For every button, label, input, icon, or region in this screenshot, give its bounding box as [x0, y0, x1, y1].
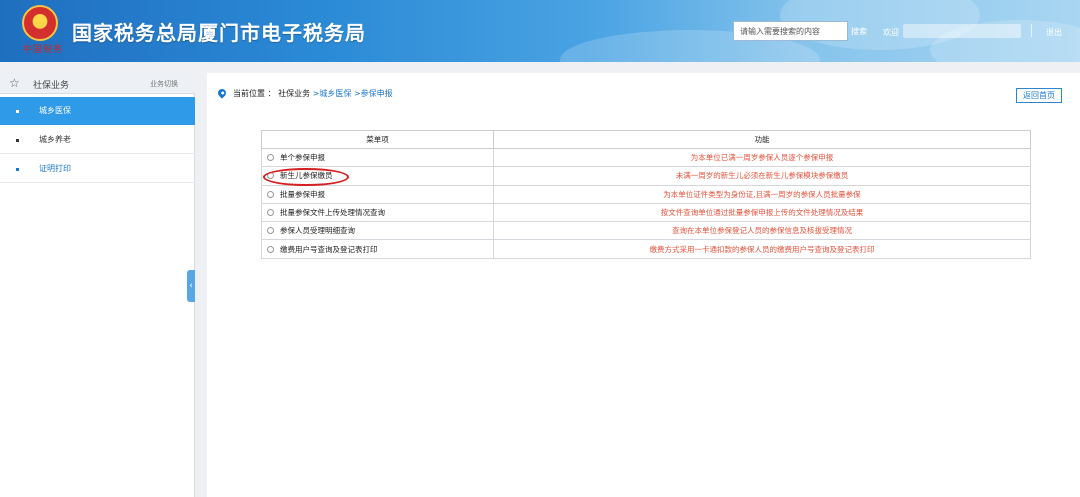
- sidebar-item-certificate-print[interactable]: 证明打印: [0, 155, 195, 183]
- table-row[interactable]: 新生儿参保缴员 未满一周岁的新生儿必须在新生儿参保模块参保缴员: [261, 166, 1031, 187]
- sidebar-header: ☆ 社保业务 业务切换: [0, 73, 195, 94]
- sidebar-section-title: 社保业务: [33, 81, 70, 91]
- logout-link[interactable]: 退出: [1046, 27, 1062, 38]
- menu-label: 单个参保申报: [280, 153, 325, 163]
- sidebar-item-rural-pension[interactable]: 城乡养老: [0, 126, 195, 154]
- function-description: 查询在本单位参保登记人员的参保信息及核拔受理情况: [493, 221, 1031, 241]
- function-description: 缴费方式采用一卡通扣款的参保人员的缴费用户号查询及登记表打印: [493, 239, 1031, 259]
- breadcrumb: 当前位置 ： 社保业务 >城乡医保 >参保申报: [233, 88, 393, 99]
- breadcrumb-separator: >: [353, 89, 361, 98]
- menu-cell[interactable]: 批量参保文件上传处理情况查询: [261, 202, 494, 223]
- sidebar-item-rural-medical[interactable]: 城乡医保: [0, 97, 195, 125]
- back-to-home-button[interactable]: 返回首页: [1016, 88, 1062, 103]
- column-header-menu: 菜单项: [261, 130, 494, 149]
- menu-cell[interactable]: 批量参保申报: [261, 184, 494, 204]
- menu-cell[interactable]: 新生儿参保缴员: [261, 166, 494, 187]
- menu-label: 参保人员受理明细查询: [280, 226, 355, 236]
- radio-button[interactable]: [267, 245, 274, 253]
- location-pin-icon: [216, 87, 228, 99]
- bullet-icon: [16, 168, 19, 171]
- welcome-label: 欢迎: [883, 28, 899, 37]
- radio-button[interactable]: [267, 154, 274, 162]
- function-description: 为本单位证件类型为身份证,且满一周岁的参保人员批量参保: [493, 184, 1031, 204]
- menu-label: 缴费用户号查询及登记表打印: [280, 244, 378, 254]
- emblem-caption: 中国税务: [23, 45, 64, 55]
- star-icon: ☆: [9, 76, 20, 90]
- main-panel: 当前位置 ： 社保业务 >城乡医保 >参保申报 返回首页 菜单项 功能 单个参保…: [207, 73, 1080, 497]
- sidebar-item-label: 城乡养老: [39, 135, 71, 144]
- radio-button[interactable]: [267, 190, 274, 198]
- site-title: 国家税务总局厦门市电子税务局: [72, 21, 366, 45]
- business-switch-link[interactable]: 业务切换: [150, 79, 178, 89]
- table-row[interactable]: 批量参保文件上传处理情况查询 按文件查询单位通过批量参保申报上传的文件处理情况及…: [261, 202, 1031, 223]
- tax-emblem-icon: [22, 5, 58, 41]
- radio-button[interactable]: [267, 172, 274, 180]
- app-root: 中国税务 国家税务总局厦门市电子税务局 搜索 欢迎 退出 ☆ 社保业务 业务切换…: [0, 0, 1080, 497]
- menu-cell[interactable]: 单个参保申报: [261, 147, 494, 168]
- menu-cell[interactable]: 缴费用户号查询及登记表打印: [261, 239, 494, 259]
- bullet-icon: [16, 110, 19, 113]
- breadcrumb-prefix: 当前位置 ：: [233, 89, 276, 98]
- menu-label: 批量参保文件上传处理情况查询: [280, 208, 385, 218]
- column-header-function: 功能: [493, 130, 1031, 149]
- radio-button[interactable]: [267, 209, 274, 217]
- function-description: 为本单位已满一周岁参保人员逐个参保申报: [493, 147, 1031, 168]
- function-description: 未满一周岁的新生儿必须在新生儿参保模块参保缴员: [493, 166, 1031, 186]
- sidebar-item-label: 城乡医保: [39, 106, 71, 115]
- search-input[interactable]: [733, 21, 848, 41]
- breadcrumb-level2-link[interactable]: 参保申报: [361, 89, 393, 98]
- menu-table: 菜单项 功能 单个参保申报 为本单位已满一周岁参保人员逐个参保申报 新生儿参保缴…: [261, 130, 1031, 259]
- table-row[interactable]: 单个参保申报 为本单位已满一周岁参保人员逐个参保申报: [261, 147, 1031, 168]
- breadcrumb-root: 社保业务: [278, 89, 311, 98]
- top-banner: 中国税务 国家税务总局厦门市电子税务局 搜索 欢迎 退出: [0, 0, 1080, 62]
- menu-label: 批量参保申报: [280, 189, 325, 199]
- menu-cell[interactable]: 参保人员受理明细查询: [261, 221, 494, 241]
- radio-button[interactable]: [267, 227, 274, 235]
- header-divider: [1031, 24, 1032, 37]
- sidebar-item-label: 证明打印: [39, 164, 71, 173]
- table-row[interactable]: 缴费用户号查询及登记表打印 缴费方式采用一卡通扣款的参保人员的缴费用户号查询及登…: [261, 239, 1031, 259]
- collapse-sidebar-handle[interactable]: ‹: [187, 270, 195, 302]
- bullet-icon: [16, 139, 19, 142]
- function-description: 按文件查询单位通过批量参保申报上传的文件处理情况及结果: [493, 202, 1031, 223]
- menu-label: 新生儿参保缴员: [280, 171, 333, 181]
- search-button[interactable]: 搜索: [851, 22, 867, 40]
- table-row[interactable]: 参保人员受理明细查询 查询在本单位参保登记人员的参保信息及核拔受理情况: [261, 221, 1031, 241]
- redacted-user-name: [903, 24, 1021, 38]
- table-row[interactable]: 批量参保申报 为本单位证件类型为身份证,且满一周岁的参保人员批量参保: [261, 184, 1031, 204]
- sidebar: ☆ 社保业务 业务切换 城乡医保 城乡养老 证明打印: [0, 73, 195, 497]
- breadcrumb-level1-link[interactable]: 城乡医保: [319, 89, 351, 98]
- table-header-row: 菜单项 功能: [261, 130, 1031, 149]
